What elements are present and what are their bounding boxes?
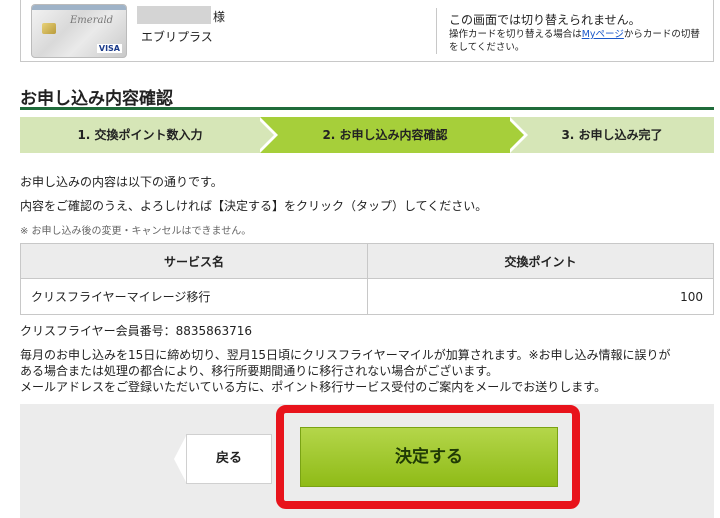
info-text: 毎月のお申し込みを15日に締め切り、翌月15日頃にクリスフライヤーマイルが加算さ… [20, 347, 720, 395]
divider [436, 8, 437, 54]
step-3: 3. お申し込み完了 [561, 128, 663, 142]
points-cell: 100 [367, 278, 714, 315]
card-stripe [32, 5, 126, 10]
cancellation-note: ※ お申し込み後の変更・キャンセルはできません。 [20, 226, 252, 237]
step-arrow-1 [256, 117, 274, 153]
info-line-1: 毎月のお申し込みを15日に締め切り、翌月15日頃にクリスフライヤーマイルが加算さ… [20, 348, 671, 362]
back-button[interactable]: 戻る [186, 434, 272, 484]
table-header-row: サービス名 交換ポイント [20, 243, 714, 279]
card-info-box: Emerald VISA 様 エブリプラス この画面では切り替えられません。 操… [20, 0, 714, 62]
mypage-link[interactable]: Myページ [582, 29, 624, 40]
card-chip-icon [42, 23, 56, 34]
step-1: 1. 交換ポイント数入力 [77, 128, 203, 142]
step-2-active: 2. お申し込み内容確認 [260, 117, 510, 153]
card-switch-notice: この画面では切り替えられません。 [449, 13, 641, 27]
highlight-frame [276, 405, 580, 509]
honorific: 様 [213, 10, 226, 24]
intro-text-2: 内容をご確認のうえ、よろしければ【決定する】をクリック（タップ）してください。 [20, 199, 488, 213]
table-row: クリスフライヤーマイレージ移行 100 [20, 278, 714, 315]
info-line-2: ある場合または処理の都合により、移行所要期間通りに移行されない場合がございます。 [20, 364, 499, 378]
visa-logo: VISA [96, 44, 122, 53]
card-switch-instructions: 操作カードを切り替える場合はMyページからカードの切替をしてください。 [449, 28, 709, 54]
step-progress-bar: 1. 交換ポイント数入力 2. お申し込み内容確認 3. お申し込み完了 [20, 117, 714, 153]
application-table: サービス名 交換ポイント クリスフライヤーマイレージ移行 100 [20, 243, 714, 315]
card-brand-logo: Emerald [70, 15, 114, 26]
card-member-type: エブリプラス [141, 30, 213, 44]
title-underline [20, 107, 714, 110]
header-exchange-points: 交換ポイント [367, 243, 714, 279]
krisflyer-member-number: クリスフライヤー会員番号：8835863716 [20, 324, 252, 338]
page-title: お申し込み内容確認 [20, 89, 173, 109]
credit-card-image: Emerald VISA [31, 4, 127, 58]
header-service-name: サービス名 [20, 243, 368, 279]
info-line-3: メールアドレスをご登録いただいている方に、ポイント移行サービス受付のご案内をメー… [20, 380, 607, 394]
instructions-text-before: 操作カードを切り替える場合は [449, 29, 582, 40]
service-name-cell: クリスフライヤーマイレージ移行 [20, 278, 368, 315]
intro-text-1: お申し込みの内容は以下の通りです。 [20, 175, 223, 189]
step-arrow-2 [506, 117, 524, 153]
masked-username [137, 6, 211, 24]
